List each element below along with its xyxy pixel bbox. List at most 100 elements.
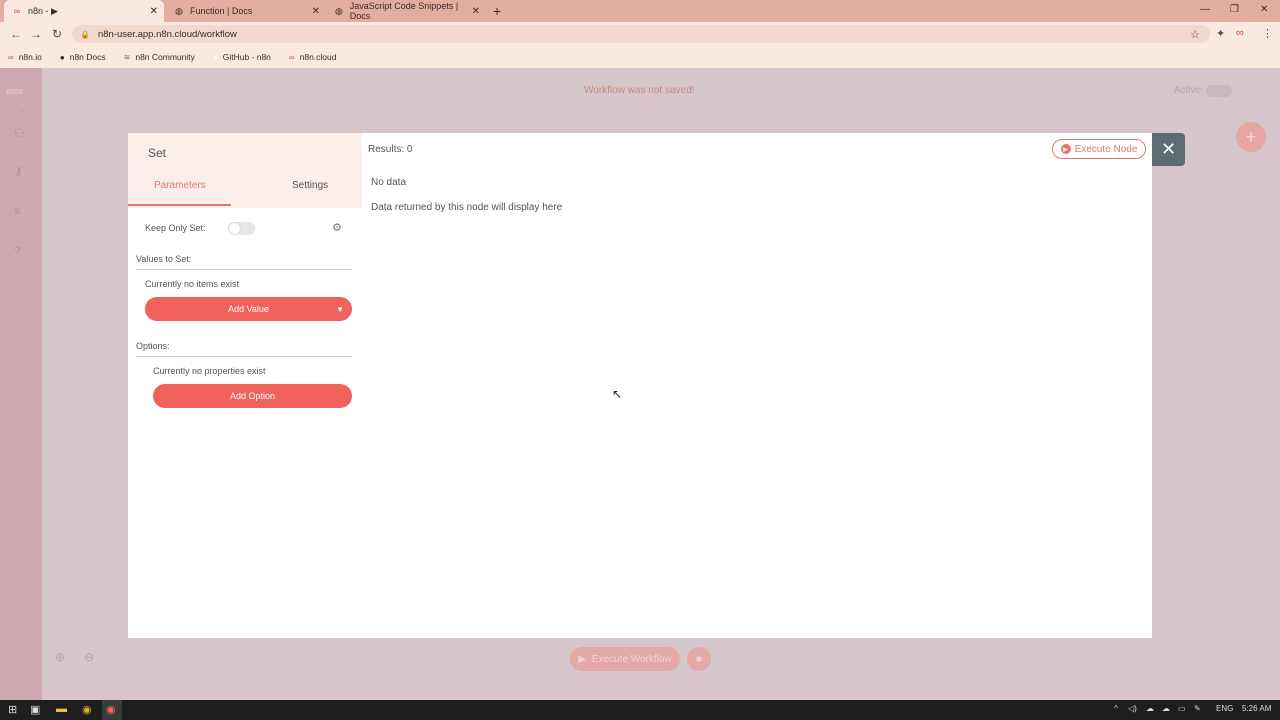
chrome-icon[interactable]: ◉	[82, 703, 92, 716]
n8n-logo-icon: ∞∞	[6, 84, 24, 98]
key-icon[interactable]: ⚷	[14, 164, 23, 178]
bookmark-n8n-docs[interactable]: ● n8n Docs	[60, 52, 106, 62]
task-view-icon[interactable]: ▣	[30, 703, 40, 716]
community-icon: ≋	[123, 52, 131, 62]
node-header: Set Parameters Settings	[128, 133, 361, 208]
back-icon[interactable]: ←	[10, 27, 22, 41]
file-explorer-icon[interactable]: ▬	[56, 703, 67, 715]
execute-workflow-button[interactable]: ▶ Execute Workflow	[570, 647, 680, 671]
execute-node-button[interactable]: ▶ Execute Node	[1052, 139, 1146, 159]
close-tab-icon[interactable]: ✕	[312, 6, 320, 17]
speaker-icon[interactable]: ◁)	[1128, 704, 1137, 713]
restore-icon[interactable]: ❐	[1230, 4, 1239, 15]
forward-icon[interactable]: →	[30, 27, 42, 41]
bookmark-label: GitHub - n8n	[222, 52, 271, 62]
zoom-out-icon[interactable]: ⊖	[84, 650, 94, 664]
new-tab-icon[interactable]: +	[493, 3, 501, 19]
lock-icon: 🔒	[80, 29, 90, 39]
minimize-icon[interactable]: —	[1200, 4, 1210, 15]
tab-parameters[interactable]: Parameters	[154, 180, 206, 191]
close-tab-icon[interactable]: ✕	[150, 6, 158, 17]
execute-node-label: Execute Node	[1074, 143, 1138, 155]
add-value-button[interactable]: Add Value ▼	[145, 297, 352, 321]
options-label: Options:	[136, 341, 170, 351]
extensions-icon[interactable]: ✦	[1216, 27, 1225, 40]
pen-icon[interactable]: ✎	[1194, 704, 1201, 713]
results-count: Results: 0	[368, 144, 413, 155]
windows-taskbar: ⊞ ▣ ▬ ◉ ◉ ^ ◁) ☁ ☁ ▭ ✎ ENG 5:26 AM	[0, 700, 1280, 720]
globe-icon: ◍	[334, 5, 343, 16]
toggle-knob	[229, 223, 240, 234]
bookmark-star-icon[interactable]: ☆	[1190, 28, 1200, 41]
n8n-favicon-icon: ∞	[13, 6, 21, 16]
bookmark-label: n8n Community	[135, 52, 195, 62]
tab-js-snippets[interactable]: ◍ JavaScript Code Snippets | Docs ✕	[326, 0, 486, 22]
reload-icon[interactable]: ↻	[52, 27, 62, 41]
close-icon: ✕	[1160, 139, 1177, 159]
node-modal: Set Parameters Settings Keep Only Set: ⚙…	[128, 133, 1152, 638]
n8n-app-icon[interactable]: ◉	[106, 703, 116, 716]
bookmark-n8n-cloud[interactable]: ∞ n8n.cloud	[289, 52, 337, 62]
add-option-button[interactable]: Add Option	[153, 384, 352, 408]
clock[interactable]: 5:26 AM	[1242, 704, 1271, 713]
n8n-extension-icon[interactable]: ∞	[1236, 27, 1244, 39]
tab-label: JavaScript Code Snippets | Docs	[349, 1, 459, 21]
bookmark-n8n-io[interactable]: ∞ n8n.io	[8, 52, 42, 62]
n8n-favicon-icon: ∞	[288, 52, 295, 62]
language-indicator[interactable]: ENG	[1216, 704, 1233, 713]
n8n-favicon-icon: ∞	[8, 52, 14, 62]
executions-list-icon[interactable]: ≡	[14, 204, 21, 218]
zoom-in-icon[interactable]: ⊕	[55, 650, 65, 664]
cloud-icon[interactable]: ☁	[1146, 704, 1154, 713]
close-modal-button[interactable]: ✕	[1152, 133, 1185, 166]
keep-only-set-toggle[interactable]	[228, 222, 255, 235]
output-panel: Results: 0 No data Data returned by this…	[361, 133, 1152, 638]
mouse-cursor-icon: ↖	[612, 387, 623, 401]
windows-start-icon[interactable]: ⊞	[8, 703, 17, 716]
plus-icon: +	[1245, 126, 1257, 147]
bookmark-github[interactable]: ● GitHub - n8n	[213, 52, 271, 62]
play-icon: ▶	[1060, 144, 1071, 154]
delete-executions-button[interactable]: ■	[687, 647, 711, 671]
github-icon: ●	[212, 52, 218, 62]
tab-n8n[interactable]: ∞ n8n - ▶ ✕	[4, 0, 164, 22]
bookmarks-bar: ∞ n8n.io ● n8n Docs ≋ n8n Community ● GitHub…	[0, 46, 1280, 68]
help-icon[interactable]: ?	[14, 244, 21, 258]
bookmark-label: n8n.io	[18, 52, 42, 62]
url-field[interactable]: 🔒 n8n-user.app.n8n.cloud/workflow ☆	[72, 25, 1210, 43]
tab-function-docs[interactable]: ◍ Function | Docs ✕	[166, 0, 326, 22]
execute-workflow-label: Execute Workflow	[591, 653, 672, 665]
close-tab-icon[interactable]: ✕	[472, 6, 480, 17]
onedrive-icon[interactable]: ☁	[1162, 704, 1170, 713]
no-data-description: Data returned by this node will display …	[371, 202, 563, 213]
keep-only-set-label: Keep Only Set:	[145, 223, 206, 233]
divider	[136, 356, 352, 357]
network-icon[interactable]: ▭	[1178, 704, 1186, 713]
chevron-up-icon[interactable]: ^	[1114, 704, 1118, 713]
active-toggle[interactable]	[1206, 85, 1232, 97]
add-node-button[interactable]: +	[1236, 122, 1266, 152]
values-to-set-label: Values to Set:	[136, 254, 192, 264]
close-window-icon[interactable]: ✕	[1260, 4, 1268, 15]
globe-icon: ●	[59, 52, 65, 62]
bookmark-label: n8n.cloud	[299, 52, 337, 62]
chevron-right-icon[interactable]: ›	[20, 106, 23, 116]
workflows-icon[interactable]: ⚇	[14, 126, 25, 140]
tab-settings[interactable]: Settings	[292, 180, 328, 191]
tab-label: n8n - ▶	[28, 5, 58, 16]
divider	[136, 269, 352, 270]
node-name[interactable]: Set	[148, 146, 166, 160]
values-empty-message: Currently no items exist	[145, 279, 240, 289]
bookmark-label: n8n Docs	[69, 52, 106, 62]
parameters-panel: Set Parameters Settings Keep Only Set: ⚙…	[128, 133, 361, 638]
menu-icon[interactable]: ⋮	[1262, 27, 1273, 40]
url-text: n8n-user.app.n8n.cloud/workflow	[97, 28, 237, 40]
globe-icon: ◍	[175, 5, 183, 16]
trash-icon: ■	[695, 653, 703, 665]
sidebar: ∞∞ › ⚇ ⚷ ≡ ?	[0, 68, 42, 700]
tab-label: Function | Docs	[190, 6, 253, 16]
gears-icon[interactable]: ⚙	[332, 221, 342, 234]
add-value-label: Add Value	[228, 304, 269, 314]
active-tab-indicator	[128, 204, 231, 206]
bookmark-n8n-community[interactable]: ≋ n8n Community	[124, 52, 195, 62]
